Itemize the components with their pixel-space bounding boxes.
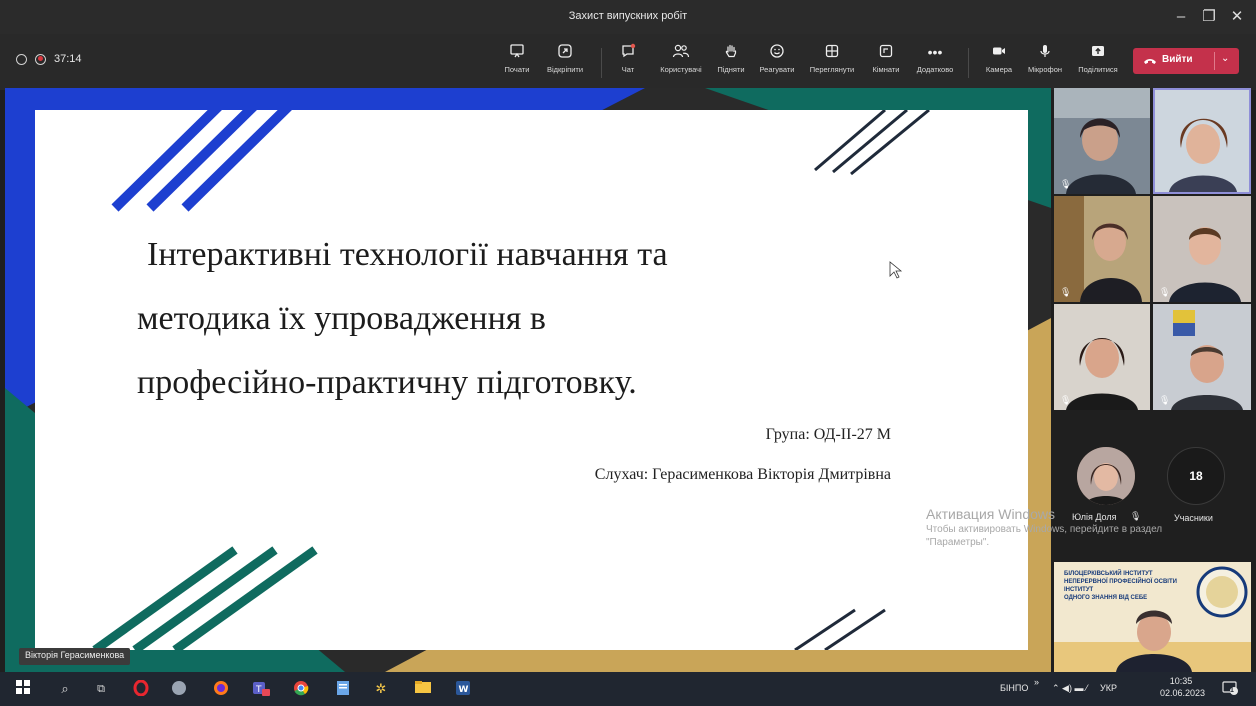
presentation-slide: Інтерактивні технології навчання та мето… <box>35 110 1028 650</box>
react-button[interactable]: Реагувати <box>758 43 796 83</box>
avatar[interactable] <box>1077 447 1135 505</box>
participants-count[interactable]: 18 <box>1167 447 1225 505</box>
meeting-timer: 37:14 <box>54 53 82 65</box>
raise-hand-icon <box>714 43 748 61</box>
status-ring-icon <box>16 53 27 65</box>
mic-off-icon: 🎙 <box>1159 287 1171 297</box>
more-button[interactable]: ••• Додатково <box>912 43 958 83</box>
task-view-icon[interactable]: ⧉ <box>92 680 110 698</box>
people-icon <box>654 43 708 61</box>
tray-icons[interactable]: ⌃ ◀) ▬ ⁄ <box>1052 683 1087 694</box>
participant-tile-logo[interactable]: БІЛОЦЕРКІВСЬКИЙ ІНСТИТУТ НЕПЕРЕРВНОЇ ПРО… <box>1054 562 1251 672</box>
slide-title-line-1: Інтерактивні технології навчання та <box>147 236 668 273</box>
maximize-button[interactable]: ❐ <box>1196 6 1222 28</box>
close-button[interactable]: ✕ <box>1224 6 1250 28</box>
notification-count: 1 <box>1230 687 1234 694</box>
slide-student: Слухач: Герасименкова Вікторія Дмитрівна <box>594 466 891 483</box>
camera-icon <box>980 43 1018 61</box>
chrome-icon[interactable] <box>292 680 310 698</box>
share-icon <box>1074 43 1122 61</box>
app-icon[interactable] <box>170 680 188 698</box>
word-icon[interactable]: W <box>454 680 472 698</box>
windows-taskbar: ⌕ ⧉ T ✲ W БІНПО » ⌃ ◀) ▬ ⁄ УКР 10:35 02.… <box>0 672 1256 706</box>
clock[interactable]: 10:35 02.06.2023 <box>1160 676 1205 698</box>
chevron-right-icon[interactable]: » <box>1034 677 1039 687</box>
record-icon <box>35 53 46 65</box>
firefox-icon[interactable] <box>212 680 230 698</box>
keyboard-layout[interactable]: УКР <box>1100 683 1117 693</box>
more-icon: ••• <box>927 44 943 60</box>
participant-tile-active[interactable] <box>1153 88 1251 194</box>
mouse-cursor-icon <box>889 261 903 279</box>
mic-off-icon: 🎙 <box>1060 287 1072 297</box>
raise-hand-button[interactable]: Підняти <box>714 43 748 83</box>
slide-group: Група: ОД-ІІ-27 М <box>765 426 891 443</box>
windows-start-icon[interactable] <box>14 680 32 698</box>
chevron-down-icon[interactable]: ⌄ <box>1221 53 1229 64</box>
share-button[interactable]: Поділитися <box>1074 43 1122 83</box>
mic-off-icon: 🎙 <box>1060 395 1072 405</box>
window-title: Захист випускних робіт <box>568 10 688 22</box>
presenter-name-label: Вікторія Герасименкова <box>19 648 131 665</box>
search-icon[interactable]: ⌕ <box>56 680 74 698</box>
teams-icon[interactable]: T <box>252 680 270 698</box>
minimize-button[interactable]: – <box>1168 6 1194 28</box>
participant-tile[interactable]: 🎙 <box>1153 196 1251 302</box>
mic-button[interactable]: Мікрофон <box>1022 43 1068 83</box>
chat-button[interactable]: Чат <box>612 43 644 83</box>
toolbar-divider <box>601 48 602 78</box>
leave-button[interactable]: Вийти ⌄ <box>1133 48 1239 74</box>
mic-off-icon: 🎙 <box>1060 179 1072 189</box>
slide-title-line-3: професійно-практичну підготовку. <box>137 364 637 401</box>
participants-label: Учасники <box>1174 513 1213 523</box>
participant-tile[interactable]: 🎙 <box>1054 304 1150 410</box>
shared-screen: Інтерактивні технології навчання та мето… <box>5 88 1051 672</box>
participant-tile[interactable]: 🎙 <box>1054 196 1150 302</box>
whiteboard-button[interactable]: Почати <box>500 43 534 83</box>
windows-activation-watermark: Активация Windows Чтобы активировать Win… <box>926 506 1163 548</box>
view-button[interactable]: Переглянути <box>804 43 860 83</box>
rooms-button[interactable]: Кімнати <box>866 43 906 83</box>
paint-icon[interactable]: ✲ <box>372 680 390 698</box>
mic-off-icon: 🎙 <box>1159 395 1171 405</box>
unpin-icon <box>541 43 589 61</box>
svg-text:W: W <box>459 685 469 695</box>
view-grid-icon <box>804 43 860 61</box>
unpin-button[interactable]: Відкріпити <box>541 43 589 83</box>
participant-tile[interactable]: 🎙 <box>1054 88 1150 194</box>
meeting-toolbar: 37:14 Почати Відкріпити Чат Користувачі … <box>0 34 1256 90</box>
opera-icon[interactable] <box>132 679 150 698</box>
document-app-icon[interactable] <box>334 680 352 698</box>
participant-tile[interactable]: 🎙 <box>1153 304 1251 410</box>
svg-text:T: T <box>255 685 262 695</box>
slide-title-line-2: методика їх упровадження в <box>137 300 546 337</box>
title-bar: Захист випускних робіт – ❐ ✕ <box>0 0 1256 34</box>
input-lang-indicator[interactable]: БІНПО <box>1000 683 1028 693</box>
phone-hangup-icon <box>1144 59 1156 64</box>
whiteboard-icon <box>500 43 534 61</box>
mic-icon <box>1022 43 1068 61</box>
recording-indicator: 37:14 <box>16 53 82 65</box>
people-button[interactable]: Користувачі <box>654 43 708 83</box>
file-explorer-icon[interactable] <box>414 680 432 698</box>
leave-divider <box>1214 52 1215 70</box>
camera-button[interactable]: Камера <box>980 43 1018 83</box>
participant-video <box>1155 90 1249 192</box>
smile-icon <box>758 43 796 61</box>
chat-icon <box>612 43 644 61</box>
toolbar-divider <box>968 48 969 78</box>
rooms-icon <box>866 43 906 61</box>
